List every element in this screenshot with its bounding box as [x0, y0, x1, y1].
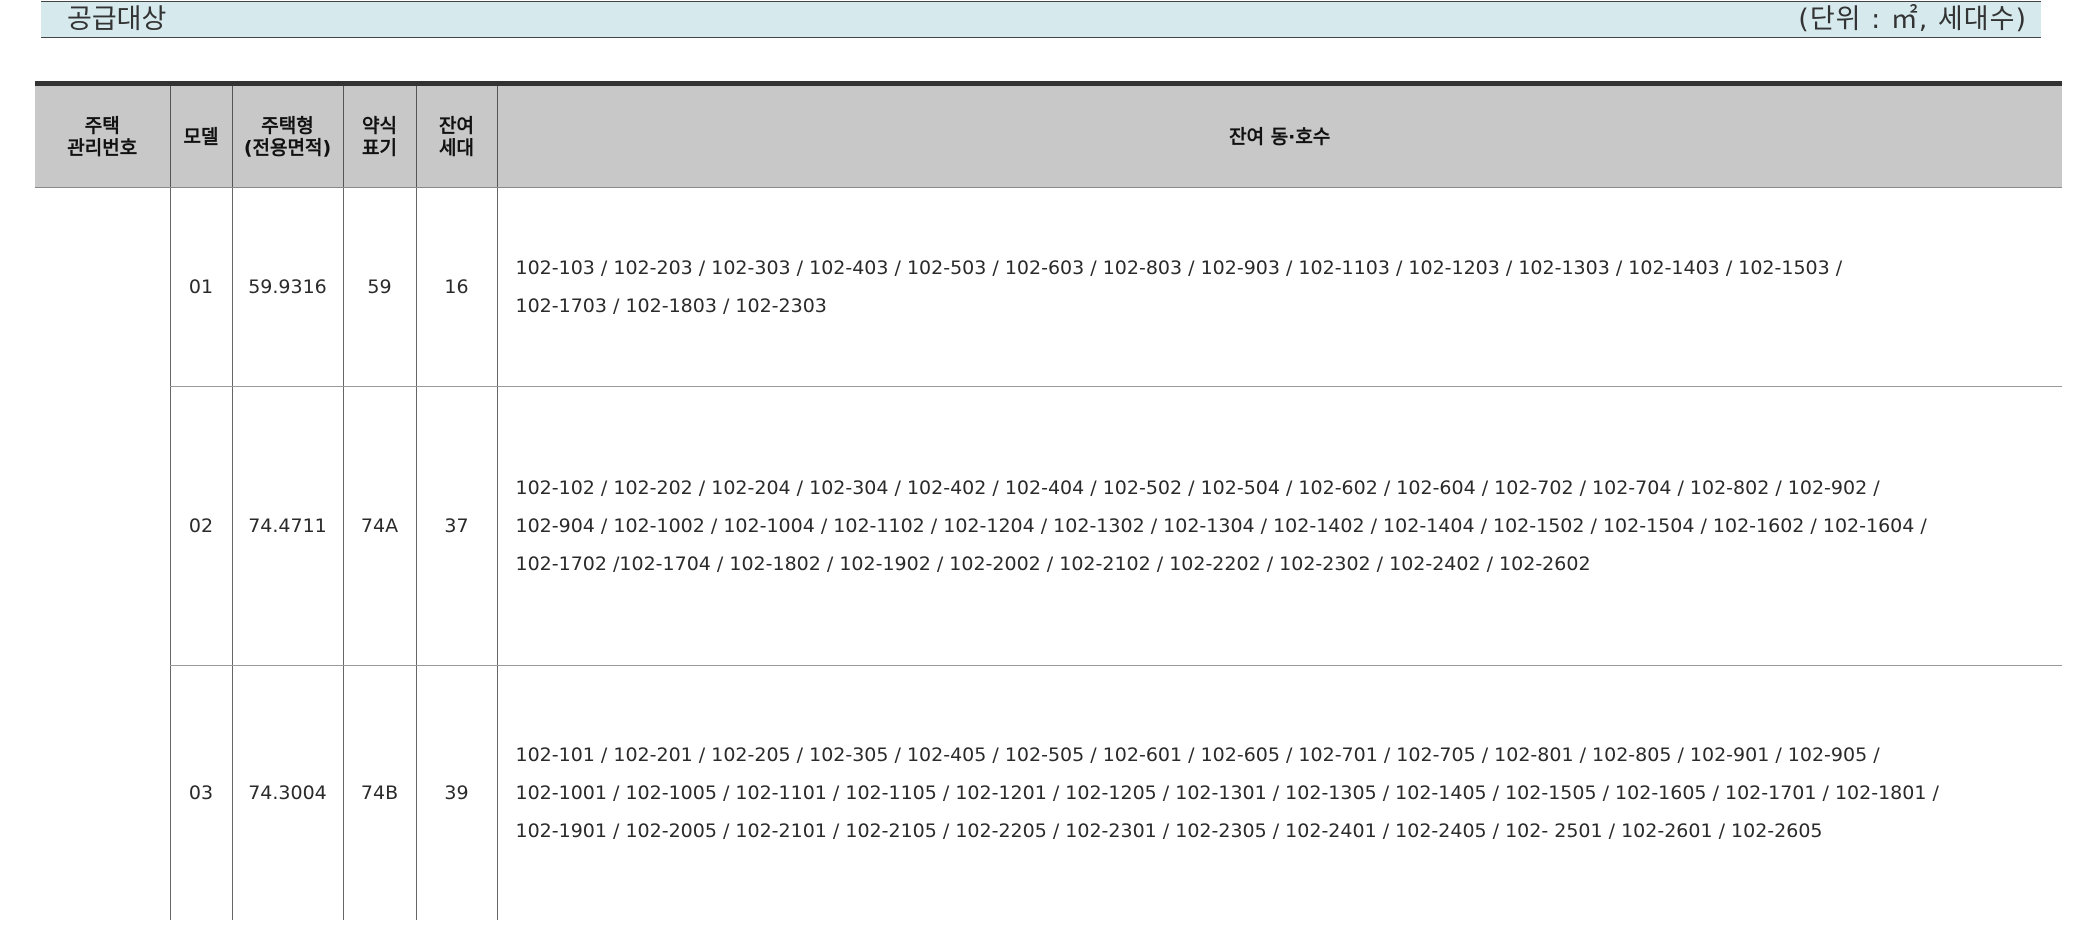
area-cell: 59.9316 [231, 187, 343, 387]
remaining-cell: 39 [415, 665, 497, 920]
header-abbreviation: 약식 표기 [342, 81, 416, 188]
header-housing-type: 주택형 (전용면적) [231, 81, 343, 188]
table-header-row: 주택 관리번호 모델 주택형 (전용면적) 약식 표기 잔여 세대 잔여 동·호… [35, 81, 2062, 188]
unit-note: (단위 : ㎡, 세대수) [1798, 4, 2027, 35]
table-row: 01 59.9316 59 16 102-103 / 102-203 / 102… [35, 187, 2062, 387]
section-title: 공급대상 [67, 4, 167, 35]
units-line: 102-1901 / 102-2005 / 102-2101 / 102-210… [515, 820, 1823, 842]
table-row: 02 74.4711 74A 37 102-102 / 102-202 / 10… [35, 386, 2062, 666]
units-cell: 102-103 / 102-203 / 102-303 / 102-403 / … [496, 187, 2062, 387]
units-line: 102-103 / 102-203 / 102-303 / 102-403 / … [515, 257, 1843, 279]
units-line: 102-102 / 102-202 / 102-204 / 102-304 / … [515, 477, 1880, 499]
remaining-cell: 16 [415, 187, 497, 387]
units-cell: 102-102 / 102-202 / 102-204 / 102-304 / … [496, 386, 2062, 666]
header-mgmt-no: 주택 관리번호 [35, 81, 170, 188]
model-cell: 03 [169, 665, 232, 920]
units-line: 102-1001 / 102-1005 / 102-1101 / 102-110… [515, 782, 1939, 804]
abbr-cell: 59 [342, 187, 416, 387]
remaining-cell: 37 [415, 386, 497, 666]
model-cell: 01 [169, 187, 232, 387]
area-cell: 74.3004 [231, 665, 343, 920]
abbr-cell: 74B [342, 665, 416, 920]
area-cell: 74.4711 [231, 386, 343, 666]
units-line: 102-1703 / 102-1803 / 102-2303 [515, 295, 827, 317]
section-title-bar: 공급대상 (단위 : ㎡, 세대수) [41, 1, 2041, 38]
units-line: 102-904 / 102-1002 / 102-1004 / 102-1102… [515, 515, 1927, 537]
table-row: 03 74.3004 74B 39 102-101 / 102-201 / 10… [35, 665, 2062, 920]
abbr-cell: 74A [342, 386, 416, 666]
units-line: 102-101 / 102-201 / 102-205 / 102-305 / … [515, 744, 1880, 766]
header-remaining: 잔여 세대 [415, 81, 497, 188]
units-cell: 102-101 / 102-201 / 102-205 / 102-305 / … [496, 665, 2062, 920]
remaining-units-table: 주택 관리번호 모델 주택형 (전용면적) 약식 표기 잔여 세대 잔여 동·호… [35, 81, 2062, 920]
header-units: 잔여 동·호수 [496, 81, 2062, 188]
header-model: 모델 [169, 81, 232, 188]
units-line: 102-1702 /102-1704 / 102-1802 / 102-1902… [515, 553, 1591, 575]
mgmt-no-cell [35, 188, 170, 921]
model-cell: 02 [169, 386, 232, 666]
